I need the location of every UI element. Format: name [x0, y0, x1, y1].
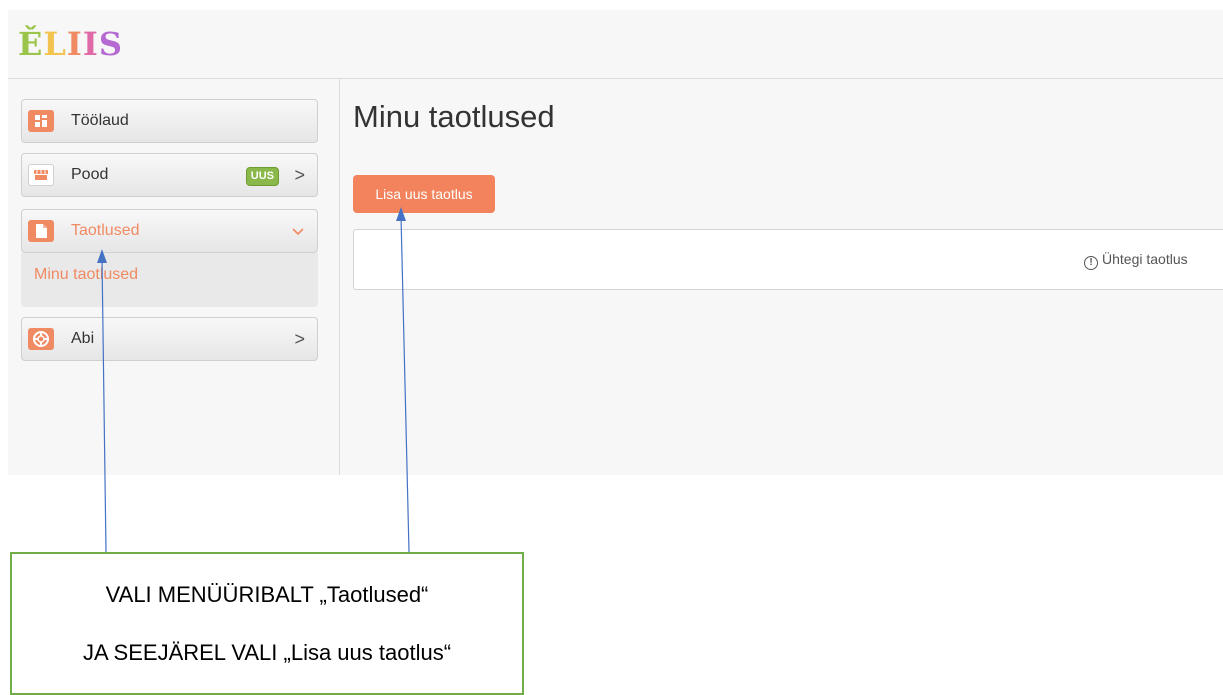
arrow-head-taotlused [97, 249, 107, 263]
arrow-line-taotlused [101, 257, 107, 553]
instruction-line-2: JA SEEJÄREL VALI „Lisa uus taotlus“ [82, 640, 452, 665]
arrow-head-lisa [396, 207, 406, 221]
arrow-line-lisa [400, 215, 410, 553]
instruction-box: VALI MENÜÜRIBALT „Taotlused“ JA SEEJÄREL… [10, 552, 524, 695]
instruction-line-1: VALI MENÜÜRIBALT „Taotlused“ [105, 582, 429, 607]
